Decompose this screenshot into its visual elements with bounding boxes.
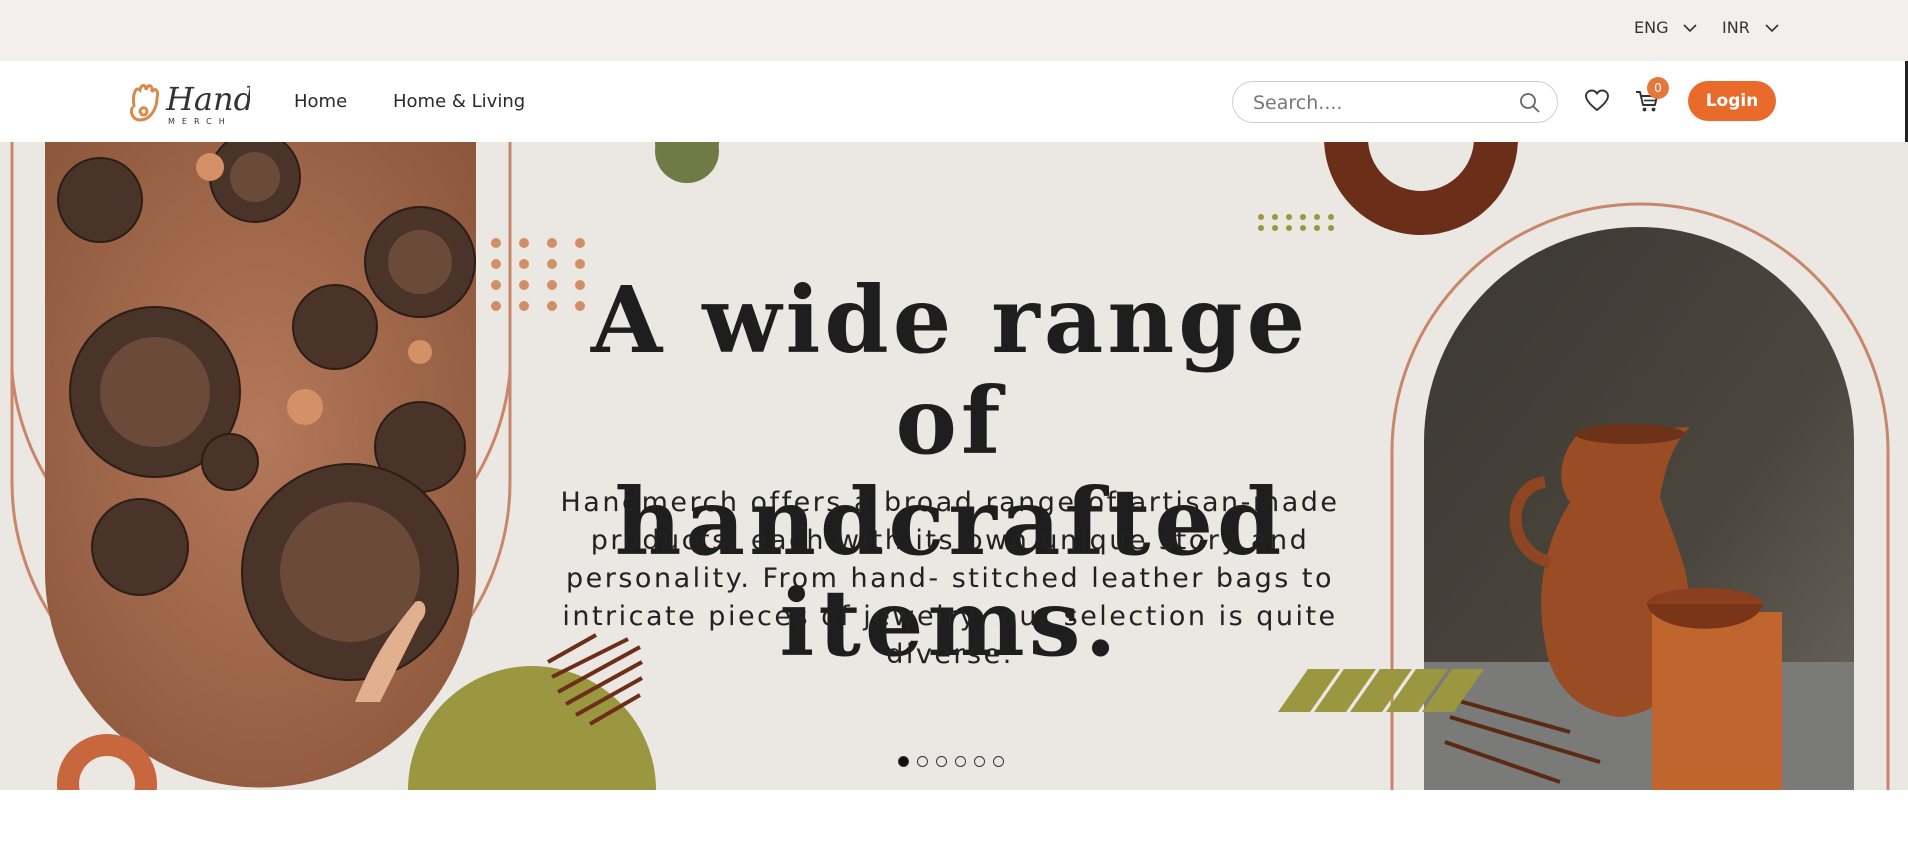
carousel-indicators [898, 756, 1004, 767]
nav-link-home[interactable]: Home [294, 91, 347, 112]
search-input[interactable] [1253, 91, 1513, 115]
language-label: ENG [1634, 18, 1669, 37]
currency-label: INR [1722, 18, 1750, 37]
cart-count-badge: 0 [1647, 77, 1669, 99]
main-nav: Hand MERCH Home Home & Living 0 Login [0, 61, 1908, 142]
carousel-dot[interactable] [936, 756, 947, 767]
hero-banner: A wide range of handcrafted items. Handm… [0, 142, 1908, 790]
search-bar [1232, 81, 1558, 123]
carousel-dot[interactable] [993, 756, 1004, 767]
pottery-bowls-image [45, 142, 476, 788]
carousel-dot[interactable] [955, 756, 966, 767]
logo-subtext: MERCH [168, 117, 232, 126]
carousel-dot[interactable] [974, 756, 985, 767]
language-selector[interactable]: ENG [1634, 18, 1698, 37]
search-icon[interactable] [1519, 92, 1541, 114]
chevron-down-icon [1683, 23, 1698, 32]
brand-logo[interactable]: Hand MERCH [126, 76, 254, 128]
carousel-dot[interactable] [898, 756, 909, 767]
login-button[interactable]: Login [1688, 81, 1776, 121]
pottery-jug-image [1424, 227, 1854, 790]
top-utility-bar: ENG INR [0, 0, 1908, 61]
currency-selector[interactable]: INR [1722, 18, 1780, 37]
hero-headline-line1: A wide range of [590, 266, 1310, 475]
logo-wordmark: Hand [165, 80, 250, 118]
heart-icon[interactable] [1584, 88, 1610, 114]
hero-description: Handmerch offers a broad range of artisa… [560, 487, 1340, 670]
carousel-dot[interactable] [917, 756, 928, 767]
chevron-down-icon [1765, 23, 1779, 32]
nav-link-home-living[interactable]: Home & Living [393, 91, 525, 112]
